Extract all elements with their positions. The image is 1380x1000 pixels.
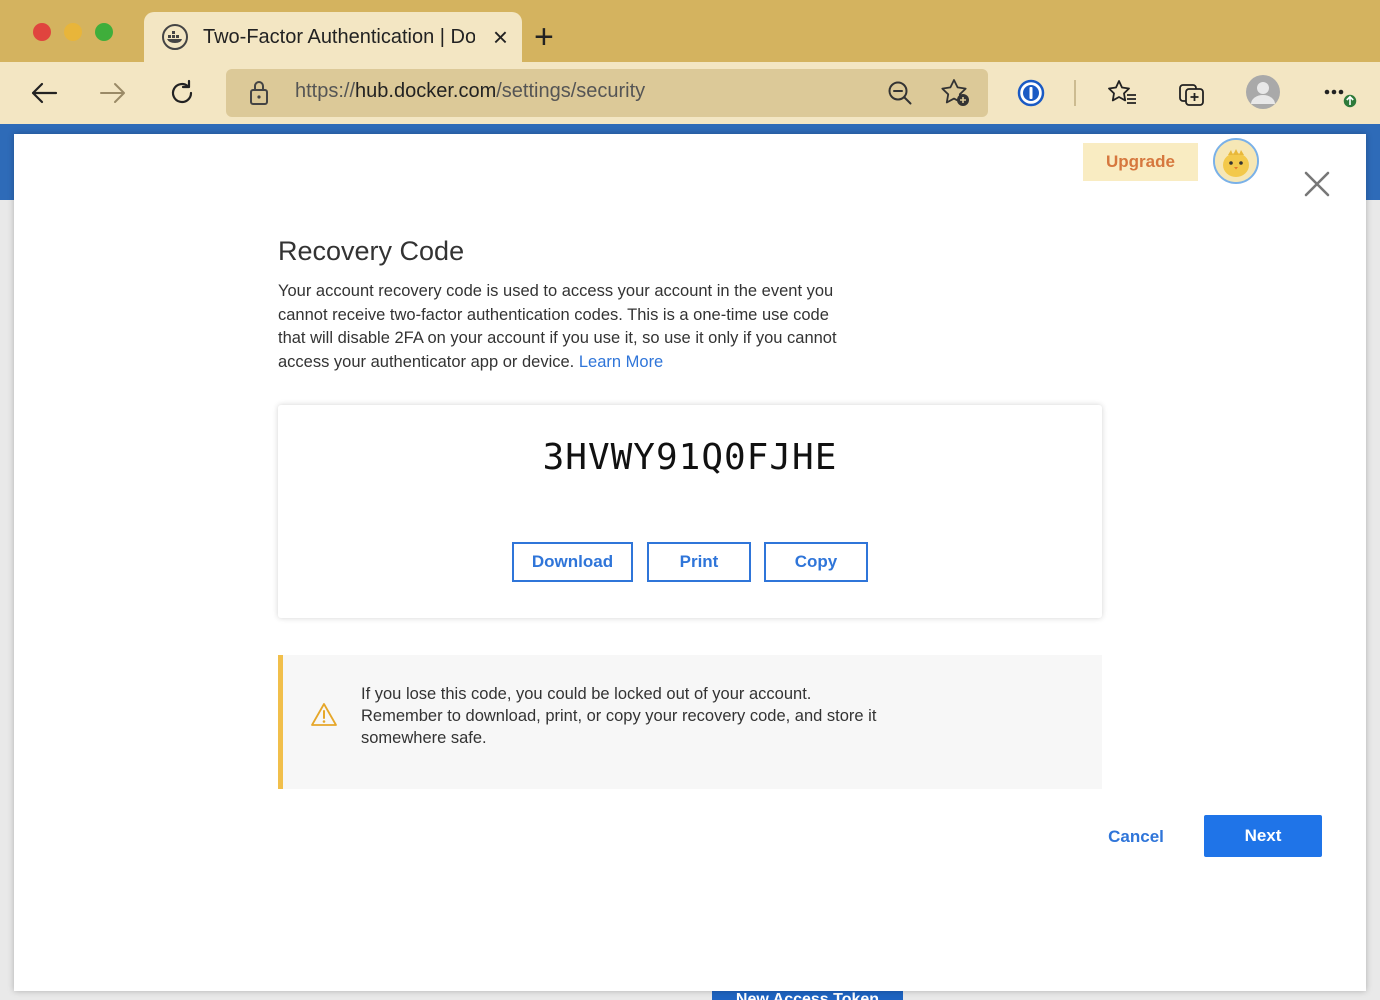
- print-button[interactable]: Print: [647, 542, 751, 582]
- modal-description: Your account recovery code is used to ac…: [278, 280, 838, 374]
- toolbar-divider: [1074, 80, 1076, 106]
- warning-text: If you lose this code, you could be lock…: [361, 685, 877, 747]
- tab-close-icon[interactable]: ×: [493, 22, 508, 52]
- cancel-button[interactable]: Cancel: [1100, 817, 1172, 857]
- address-bar[interactable]: https://hub.docker.com/settings/security: [226, 69, 988, 117]
- browser-titlebar: Two-Factor Authentication | Docker Hub ×…: [0, 0, 1380, 62]
- warning-callout: If you lose this code, you could be lock…: [278, 655, 1102, 789]
- url-text[interactable]: https://hub.docker.com/settings/security: [295, 80, 645, 103]
- profile-avatar-icon[interactable]: [1245, 74, 1281, 110]
- warning-triangle-icon: [310, 702, 338, 733]
- browser-toolbar: https://hub.docker.com/settings/security: [0, 62, 1380, 124]
- tab-title: Two-Factor Authentication | Docker Hub: [203, 25, 475, 48]
- recovery-code-modal: Upgrade Recovery Code Your account recov…: [14, 134, 1366, 991]
- docker-favicon-icon: [162, 24, 188, 50]
- reload-icon[interactable]: [160, 72, 204, 114]
- chick-avatar-icon: [1215, 140, 1257, 182]
- forward-arrow-icon[interactable]: [91, 72, 135, 114]
- window-zoom-button[interactable]: [95, 23, 113, 41]
- close-modal-icon[interactable]: [1300, 167, 1334, 201]
- add-favorite-icon[interactable]: [940, 78, 972, 113]
- next-button[interactable]: Next: [1204, 815, 1322, 857]
- copy-button[interactable]: Copy: [764, 542, 868, 582]
- browser-tab[interactable]: Two-Factor Authentication | Docker Hub ×: [144, 12, 522, 62]
- more-menu-icon[interactable]: [1323, 82, 1361, 112]
- download-button[interactable]: Download: [512, 542, 633, 582]
- back-arrow-icon[interactable]: [22, 72, 66, 114]
- new-tab-icon[interactable]: +: [534, 19, 554, 55]
- user-avatar[interactable]: [1213, 138, 1259, 184]
- zoom-out-icon[interactable]: [886, 79, 914, 112]
- upgrade-button[interactable]: Upgrade: [1083, 143, 1198, 181]
- recovery-code-value: 3HVWY91Q0FJHE: [542, 437, 838, 478]
- recovery-code-card: 3HVWY91Q0FJHE Download Print Copy: [278, 405, 1102, 618]
- modal-title: Recovery Code: [278, 236, 465, 266]
- window-close-button[interactable]: [33, 23, 51, 41]
- lock-icon[interactable]: [248, 80, 270, 111]
- collections-icon[interactable]: [1177, 79, 1207, 107]
- password-manager-icon[interactable]: [1017, 79, 1045, 107]
- description-text: Your account recovery code is used to ac…: [278, 282, 837, 371]
- learn-more-link[interactable]: Learn More: [579, 353, 663, 371]
- window-minimize-button[interactable]: [64, 23, 82, 41]
- favorites-icon[interactable]: [1108, 79, 1138, 107]
